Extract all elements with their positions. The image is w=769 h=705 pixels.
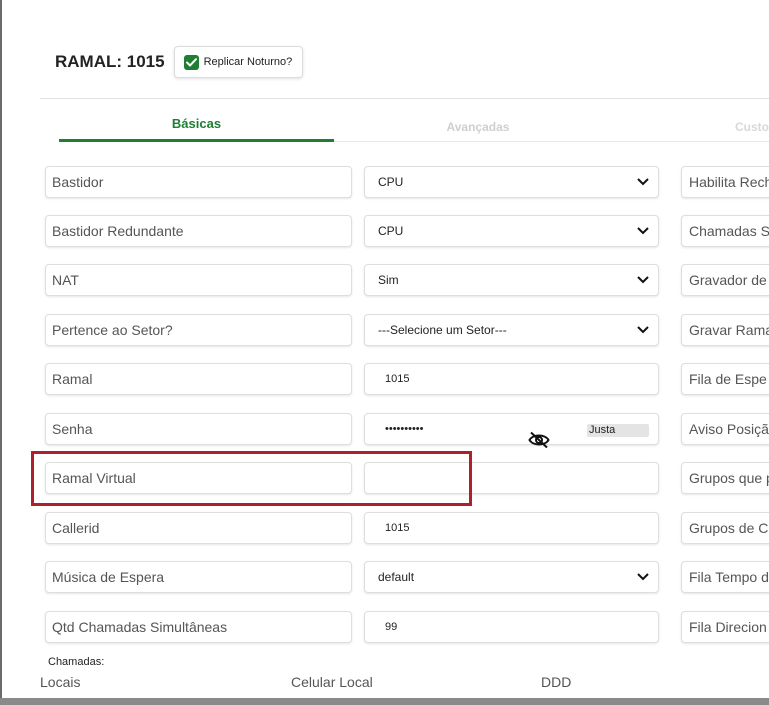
bastidor-redundante-value: CPU	[378, 224, 404, 238]
musica-label-box: Música de Espera	[45, 561, 352, 593]
musica-value: default	[378, 570, 415, 584]
bastidor-redundante-select[interactable]: CPU	[364, 215, 659, 247]
bastidor-redundante-label-box: Bastidor Redundante	[45, 215, 352, 247]
replicar-noturno-label: Replicar Noturno?	[203, 56, 293, 68]
callerid-input[interactable]: 1015	[364, 512, 659, 544]
setor-label-box: Pertence ao Setor?	[45, 314, 352, 346]
window-bottom-border	[0, 698, 769, 705]
senha-label: Senha	[52, 421, 93, 437]
right-field-10: Fila Direcion	[681, 611, 769, 643]
locais-label: Locais	[40, 674, 81, 690]
right-field-8: Grupos de C	[681, 512, 769, 544]
senha-value: ••••••••••	[385, 423, 424, 435]
checkmark-icon	[183, 54, 199, 70]
right-field-label: Grupos de C	[689, 520, 769, 536]
ramal-label: Ramal	[52, 371, 93, 387]
qtd-chamadas-label: Qtd Chamadas Simultâneas	[52, 619, 228, 635]
setor-label: Pertence ao Setor?	[52, 322, 173, 338]
chamadas-heading: Chamadas:	[48, 656, 105, 668]
right-field-label: Fila de Espe	[689, 371, 767, 387]
right-field-7: Grupos que p	[681, 462, 769, 494]
password-strength-badge: Justa	[587, 424, 649, 437]
qtd-chamadas-value: 99	[385, 621, 398, 633]
nat-select[interactable]: Sim	[364, 264, 659, 296]
window-left-border	[0, 0, 2, 705]
divider	[40, 98, 769, 99]
right-field-9: Fila Tempo d	[681, 561, 769, 593]
callerid-label: Callerid	[52, 520, 100, 536]
right-field-label: Grupos que p	[689, 470, 769, 486]
setor-select[interactable]: ---Selecione um Setor---	[364, 314, 659, 346]
right-field-label: Aviso Posiçã	[689, 421, 769, 437]
ddd-label: DDD	[541, 674, 572, 690]
bastidor-select[interactable]: CPU	[364, 166, 659, 198]
right-field-1: Habilita Rech	[681, 166, 769, 198]
senha-label-box: Senha	[45, 413, 352, 445]
celular-local-label: Celular Local	[291, 674, 373, 690]
right-field-2: Chamadas S	[681, 215, 769, 247]
tab-custo[interactable]: Custo	[735, 106, 769, 144]
right-field-label: Gravar Rama	[689, 322, 769, 338]
nat-value: Sim	[378, 273, 399, 287]
senha-input[interactable]: •••••••••• Justa	[364, 413, 659, 449]
tab-basicas[interactable]: Básicas	[59, 106, 334, 140]
active-tab-indicator	[59, 139, 334, 142]
right-field-3: Gravador de	[681, 264, 769, 296]
bastidor-value: CPU	[378, 175, 404, 189]
right-field-label: Fila Direcion	[689, 619, 767, 635]
page-title: RAMAL: 1015	[55, 52, 165, 71]
callerid-label-box: Callerid	[45, 512, 352, 544]
right-field-label: Gravador de	[689, 272, 767, 288]
right-field-5: Fila de Espe	[681, 363, 769, 395]
ramal-value: 1015	[385, 373, 410, 385]
replicar-noturno-checkbox[interactable]: Replicar Noturno?	[173, 46, 304, 78]
bastidor-label-box: Bastidor	[45, 166, 352, 198]
bastidor-redundante-label: Bastidor Redundante	[52, 223, 184, 239]
ramal-label-box: Ramal	[45, 363, 352, 395]
right-field-label: Habilita Rech	[689, 174, 769, 190]
qtd-chamadas-input[interactable]: 99	[364, 611, 659, 643]
right-field-label: Fila Tempo d	[689, 569, 769, 585]
chevron-down-icon	[637, 573, 649, 581]
callerid-value: 1015	[385, 522, 410, 534]
nat-label: NAT	[52, 272, 79, 288]
tab-avancadas[interactable]: Avançadas	[334, 106, 622, 144]
ramal-input[interactable]: 1015	[364, 363, 659, 395]
nat-label-box: NAT	[45, 264, 352, 296]
chevron-down-icon	[637, 178, 649, 186]
chevron-down-icon	[637, 276, 649, 284]
qtd-chamadas-label-box: Qtd Chamadas Simultâneas	[45, 611, 352, 643]
highlight-annotation	[31, 451, 472, 506]
bastidor-label: Bastidor	[52, 174, 104, 190]
right-field-label: Chamadas S	[689, 223, 769, 239]
chevron-down-icon	[637, 326, 649, 334]
musica-label: Música de Espera	[52, 569, 165, 585]
musica-select[interactable]: default	[364, 561, 659, 593]
right-field-6: Aviso Posiçã	[681, 413, 769, 445]
right-field-4: Gravar Rama	[681, 314, 769, 346]
chevron-down-icon	[637, 227, 649, 235]
header: RAMAL: 1015 Replicar Noturno?	[55, 45, 304, 79]
setor-value: ---Selecione um Setor---	[378, 323, 507, 337]
